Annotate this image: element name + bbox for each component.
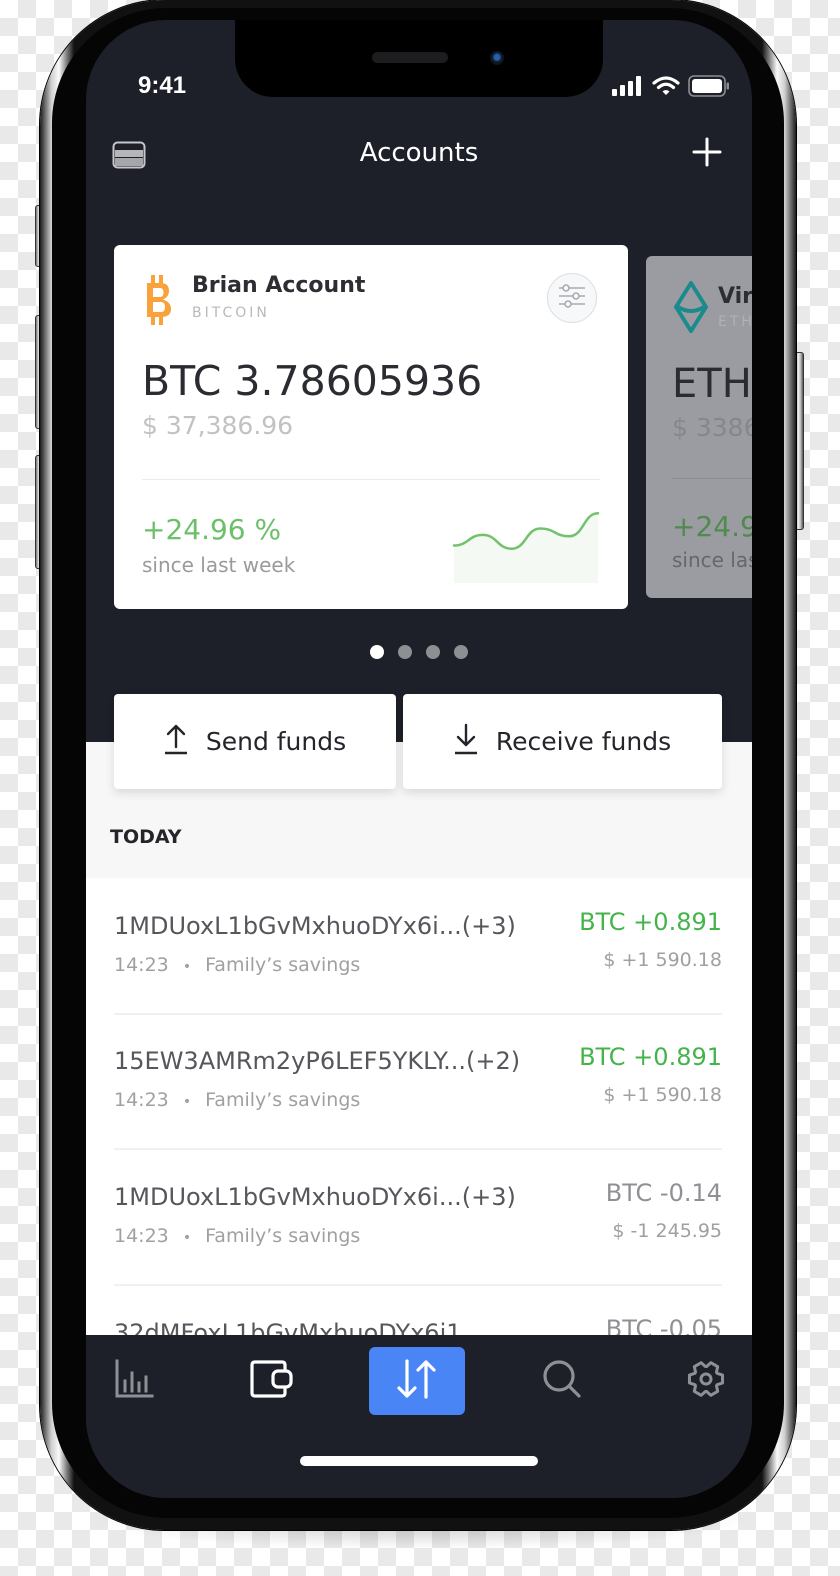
- bar-chart-icon: [114, 1359, 154, 1403]
- pager-dot[interactable]: [426, 645, 440, 659]
- transaction-row[interactable]: 32dMFoxL1bGvMxhuoDYx6i1 BTC -0.05: [114, 1285, 722, 1335]
- tab-analytics[interactable]: [86, 1347, 182, 1415]
- send-funds-label: Send funds: [205, 727, 347, 756]
- transaction-time: 14:23: [114, 1225, 169, 1247]
- front-camera: [490, 51, 504, 65]
- card-pager: [86, 645, 752, 659]
- battery-icon: [688, 75, 730, 101]
- receive-funds-button[interactable]: Receive funds: [403, 694, 722, 789]
- crypto-balance: ETH: [672, 361, 752, 407]
- change-period: since las: [672, 548, 752, 572]
- transaction-meta: 14:23 • Family’s savings: [114, 1225, 360, 1247]
- status-icons: [612, 75, 730, 101]
- gear-icon: [686, 1359, 726, 1403]
- speaker-grille: [372, 52, 448, 63]
- percent-change: +24.96 %: [142, 513, 282, 546]
- status-time: 9:41: [138, 72, 187, 99]
- transaction-address: 1MDUoxL1bGvMxhuoDYx6i...(+3): [114, 1183, 516, 1211]
- account-card-ethereum[interactable]: Vir ETH ETH $ 3386 +24.9 since las: [646, 256, 752, 598]
- fiat-balance: $ 3386: [672, 413, 752, 442]
- tab-search[interactable]: [514, 1347, 610, 1415]
- account-currency: ETH: [718, 314, 752, 330]
- bitcoin-icon: [142, 275, 174, 329]
- sparkline-chart: [452, 512, 600, 583]
- account-name: Brian Account: [192, 273, 366, 298]
- transaction-address: 32dMFoxL1bGvMxhuoDYx6i1: [114, 1319, 462, 1335]
- send-funds-button[interactable]: Send funds: [114, 694, 396, 789]
- transaction-list: 1MDUoxL1bGvMxhuoDYx6i...(+3) 14:23 • Fam…: [86, 878, 752, 1335]
- tab-settings[interactable]: [658, 1347, 752, 1415]
- crypto-balance: BTC 3.78605936: [142, 357, 483, 405]
- transaction-crypto-amount: BTC -0.05: [605, 1315, 722, 1335]
- tab-transfers[interactable]: [369, 1347, 465, 1415]
- transaction-address: 1MDUoxL1bGvMxhuoDYx6i...(+3): [114, 912, 516, 940]
- meta-separator: •: [182, 1230, 192, 1246]
- page-title: Accounts: [359, 138, 479, 168]
- transaction-account: Family’s savings: [205, 1225, 361, 1247]
- transaction-time: 14:23: [114, 1089, 169, 1111]
- account-currency: BITCOIN: [192, 305, 270, 321]
- card-divider: [142, 479, 600, 480]
- app-screen: 9:41 Accounts Brian Account BITCOIN BTC …: [86, 20, 752, 1498]
- transaction-fiat-amount: $ -1 245.95: [612, 1220, 722, 1242]
- transaction-crypto-amount: BTC -0.14: [605, 1179, 722, 1207]
- wallet-icon: [249, 1359, 295, 1403]
- card-divider: [672, 478, 752, 479]
- search-icon: [542, 1359, 582, 1403]
- fiat-balance: $ 37,386.96: [142, 411, 294, 440]
- account-options-button[interactable]: [547, 273, 597, 323]
- transaction-meta: 14:23 • Family’s savings: [114, 1089, 360, 1111]
- home-indicator: [300, 1456, 538, 1466]
- transaction-account: Family’s savings: [205, 1089, 361, 1111]
- pager-dot[interactable]: [370, 645, 384, 659]
- receive-funds-label: Receive funds: [495, 727, 672, 756]
- wifi-icon: [652, 76, 680, 100]
- transaction-meta: 14:23 • Family’s savings: [114, 954, 360, 976]
- transaction-row[interactable]: 1MDUoxL1bGvMxhuoDYx6i...(+3) 14:23 • Fam…: [114, 1149, 722, 1286]
- meta-separator: •: [182, 959, 192, 975]
- nav-bar: Accounts: [86, 130, 752, 180]
- transaction-account: Family’s savings: [205, 954, 361, 976]
- transaction-address: 15EW3AMRm2yP6LEF5YKLY...(+2): [114, 1047, 521, 1075]
- percent-change: +24.9: [672, 510, 752, 543]
- transaction-fiat-amount: $ +1 590.18: [603, 949, 722, 971]
- cellular-signal-icon: [612, 76, 644, 100]
- change-period: since last week: [142, 553, 296, 577]
- upload-arrow-icon: [164, 723, 188, 761]
- transaction-crypto-amount: BTC +0.891: [579, 1043, 722, 1071]
- transaction-fiat-amount: $ +1 590.18: [603, 1084, 722, 1106]
- pager-dot[interactable]: [398, 645, 412, 659]
- account-card-bitcoin[interactable]: Brian Account BITCOIN BTC 3.78605936 $ 3…: [114, 245, 628, 609]
- notch: [235, 20, 603, 97]
- tab-bar: [86, 1335, 752, 1498]
- download-arrow-icon: [454, 723, 478, 761]
- sliders-icon: [558, 284, 586, 312]
- transaction-row[interactable]: 1MDUoxL1bGvMxhuoDYx6i...(+3) 14:23 • Fam…: [114, 878, 722, 1015]
- plus-icon[interactable]: [692, 137, 722, 171]
- sparkline-area: [454, 513, 598, 583]
- account-name: Vir: [718, 284, 752, 309]
- meta-separator: •: [182, 1094, 192, 1110]
- transaction-time: 14:23: [114, 954, 169, 976]
- tab-wallet[interactable]: [224, 1347, 320, 1415]
- transaction-crypto-amount: BTC +0.891: [579, 908, 722, 936]
- ethereum-icon: [674, 281, 708, 337]
- pager-dot[interactable]: [454, 645, 468, 659]
- section-label-today: TODAY: [110, 826, 182, 848]
- transfer-arrows-icon: [395, 1358, 439, 1404]
- transaction-row[interactable]: 15EW3AMRm2yP6LEF5YKLY...(+2) 14:23 • Fam…: [114, 1013, 722, 1150]
